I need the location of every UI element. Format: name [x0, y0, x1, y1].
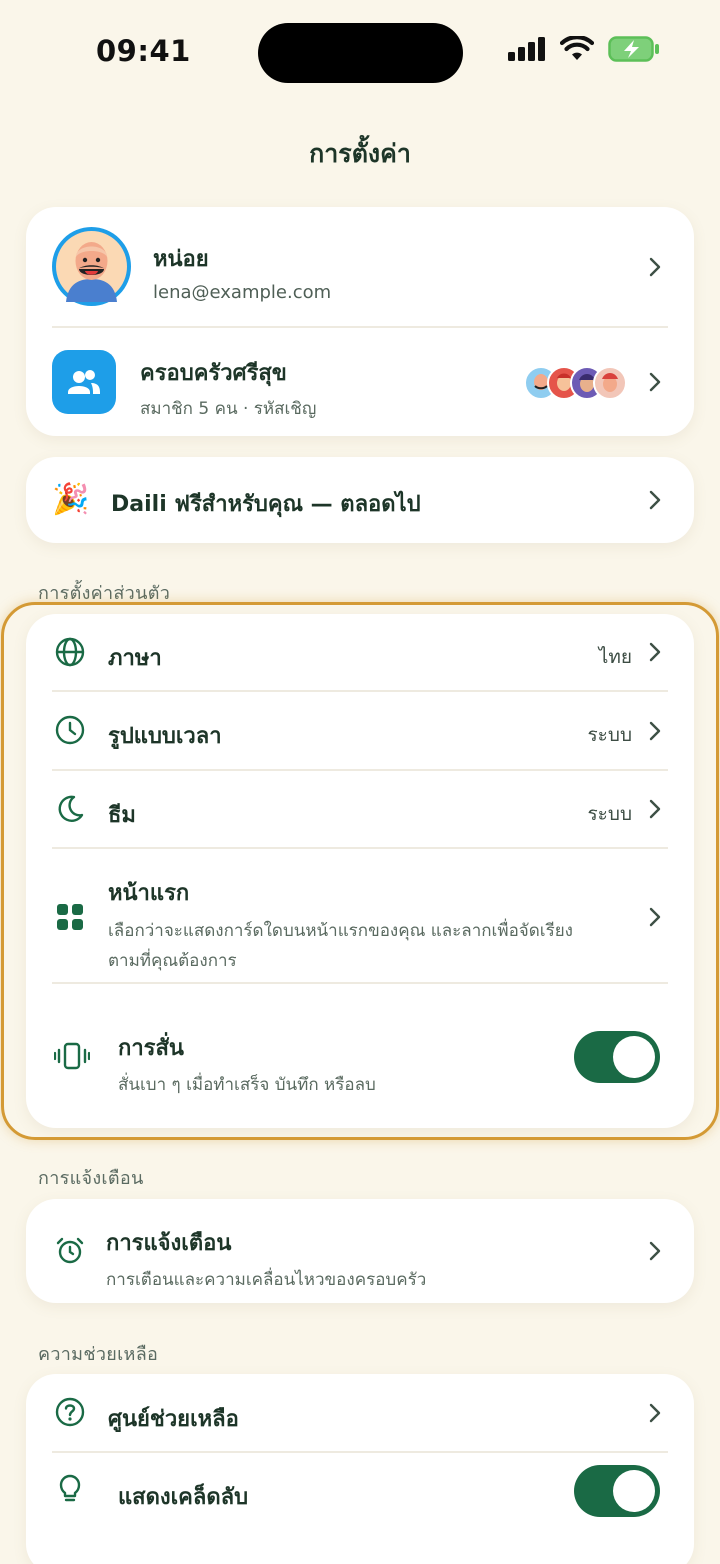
profile-row[interactable]: หน่อย lena@example.com [26, 207, 694, 327]
page-title: การตั้งค่า [309, 139, 411, 168]
help-card: ศูนย์ช่วยเหลือ แสดงเคล็ดลับ [26, 1374, 694, 1564]
chevron-right-icon [648, 1402, 662, 1424]
lightbulb-icon [54, 1473, 88, 1507]
account-card: หน่อย lena@example.com ครอบครัวศรีสุข สม… [26, 207, 694, 436]
family-member-avatars [524, 366, 630, 400]
promo-card[interactable]: 🎉 Daili ฟรีสำหรับคุณ — ตลอดไป [26, 457, 694, 543]
status-icons [508, 36, 660, 62]
toggle-knob [613, 1470, 655, 1512]
question-circle-icon [54, 1396, 88, 1430]
profile-name: หน่อย [153, 247, 209, 272]
family-icon [52, 350, 116, 414]
chevron-right-icon [648, 371, 662, 393]
chevron-right-icon [648, 256, 662, 278]
notifications-label: การแจ้งเตือน [106, 1231, 232, 1256]
wifi-icon [560, 36, 594, 62]
section-label-notifications: การแจ้งเตือน [38, 1168, 144, 1189]
status-bar: 09:41 [0, 0, 720, 104]
avatar [52, 227, 131, 306]
highlight-outline [1, 602, 719, 1140]
promo-label: Daili ฟรีสำหรับคุณ — ตลอดไป [111, 492, 421, 517]
dynamic-island [258, 23, 463, 83]
tips-row: แสดงเคล็ดลับ [26, 1453, 694, 1564]
help-center-label: ศูนย์ช่วยเหลือ [108, 1407, 239, 1432]
cellular-signal-icon [508, 37, 546, 61]
status-time: 09:41 [96, 34, 191, 68]
family-row[interactable]: ครอบครัวศรีสุข สมาชิก 5 คน · รหัสเชิญ [26, 328, 694, 436]
notifications-row[interactable]: การแจ้งเตือน การเตือนและความเคลื่อนไหวขอ… [26, 1199, 694, 1303]
party-popper-icon: 🎉 [52, 482, 90, 517]
section-label-help: ความช่วยเหลือ [38, 1344, 159, 1365]
family-subtitle: สมาชิก 5 คน · รหัสเชิญ [140, 399, 317, 419]
chevron-right-icon [648, 1240, 662, 1262]
alarm-clock-icon [54, 1235, 88, 1269]
profile-email: lena@example.com [153, 282, 332, 303]
chevron-right-icon [648, 489, 662, 511]
notifications-card: การแจ้งเตือน การเตือนและความเคลื่อนไหวขอ… [26, 1199, 694, 1303]
family-name: ครอบครัวศรีสุข [140, 361, 287, 386]
tips-toggle[interactable] [574, 1465, 660, 1517]
battery-charging-icon [608, 36, 660, 62]
tips-label: แสดงเคล็ดลับ [118, 1485, 249, 1510]
help-center-row[interactable]: ศูนย์ช่วยเหลือ [26, 1374, 694, 1452]
notifications-description: การเตือนและความเคลื่อนไหวของครอบครัว [106, 1270, 427, 1290]
